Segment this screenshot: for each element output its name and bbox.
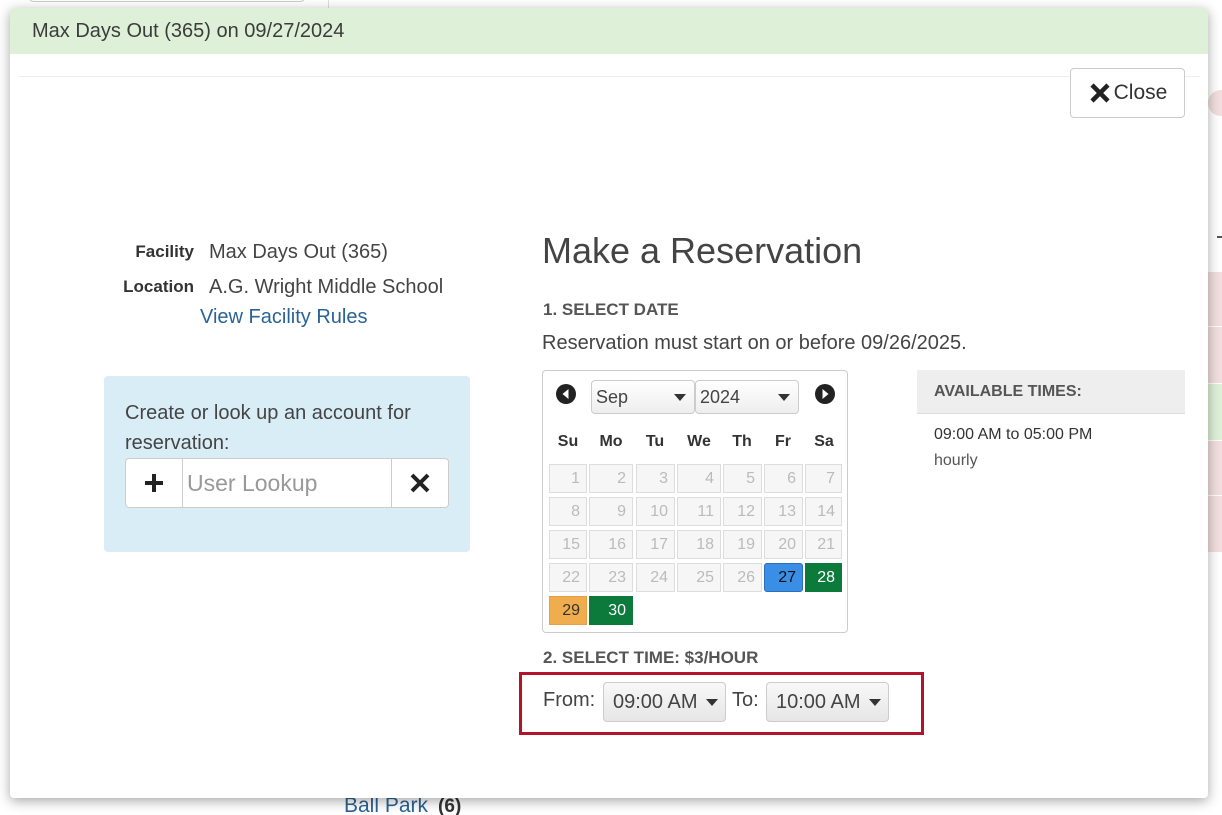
calendar-day: 25 xyxy=(677,563,721,592)
plus-icon xyxy=(145,474,163,492)
available-time-rate: hourly xyxy=(934,452,978,469)
available-times-heading: AVAILABLE TIMES: xyxy=(917,370,1185,414)
calendar-day: 13 xyxy=(764,497,803,526)
calendar-day: 1 xyxy=(549,464,587,493)
date-picker-calendar: Sep 2024 Su Mo Tu We Th Fr Sa 1 2 3 4 5 6 7 8 9 10 11 12 13… xyxy=(542,370,848,633)
success-alert: Max Days Out (365) on 09/27/2024 xyxy=(10,8,1208,54)
chevron-down-icon xyxy=(706,699,718,706)
background-row-danger xyxy=(1208,272,1222,326)
available-time-range: 09:00 AM to 05:00 PM xyxy=(934,426,1093,443)
chevron-down-icon xyxy=(674,394,686,401)
page: Ball Park (6) Max Days Out (365) on 09/27… xyxy=(0,0,1222,815)
calendar-day: 12 xyxy=(723,497,762,526)
calendar-day: 6 xyxy=(764,464,803,493)
calendar-day: 16 xyxy=(589,530,633,559)
month-select[interactable]: Sep xyxy=(591,380,695,414)
from-time-value: 09:00 AM xyxy=(613,691,698,713)
year-select-value: 2024 xyxy=(700,387,741,407)
background-row-danger xyxy=(1208,496,1222,552)
location-value: A.G. Wright Middle School xyxy=(209,276,444,298)
calendar-day: 9 xyxy=(589,497,633,526)
calendar-day: 14 xyxy=(805,497,842,526)
calendar-day: 4 xyxy=(677,464,721,493)
from-label: From: xyxy=(543,689,596,711)
calendar-day: 2 xyxy=(589,464,633,493)
calendar-day: 7 xyxy=(805,464,842,493)
facility-label: Facility xyxy=(135,242,194,261)
calendar-day: 21 xyxy=(805,530,842,559)
calendar-day: 22 xyxy=(549,563,587,592)
view-facility-rules-link[interactable]: View Facility Rules xyxy=(200,306,367,329)
to-time-select[interactable]: 10:00 AM xyxy=(766,682,889,722)
calendar-day: 8 xyxy=(549,497,587,526)
background-row-danger xyxy=(1208,327,1222,383)
next-month-icon[interactable] xyxy=(814,383,836,405)
close-button-label: Close xyxy=(1113,81,1168,104)
background-link-count: (6) xyxy=(438,796,462,815)
background-circle-decoration xyxy=(1208,90,1222,116)
reservation-modal: Max Days Out (365) on 09/27/2024 Close F… xyxy=(10,8,1208,798)
background-row-danger xyxy=(1208,441,1222,495)
weekday-header: Fr xyxy=(775,433,791,450)
calendar-day[interactable]: 28 xyxy=(805,563,842,592)
facility-value: Max Days Out (365) xyxy=(209,241,388,263)
weekday-header: Mo xyxy=(599,433,623,450)
user-lookup-group xyxy=(125,458,449,508)
calendar-day: 23 xyxy=(589,563,633,592)
from-time-select[interactable]: 09:00 AM xyxy=(603,682,726,722)
prev-month-icon[interactable] xyxy=(555,383,577,405)
calendar-day: 10 xyxy=(636,497,675,526)
to-label: To: xyxy=(732,689,759,711)
background-row-success xyxy=(1208,384,1222,440)
calendar-day: 5 xyxy=(723,464,762,493)
reservation-note: Reservation must start on or before 09/2… xyxy=(542,332,967,354)
weekday-header: Tu xyxy=(645,433,665,450)
background-tick xyxy=(1217,236,1222,238)
calendar-day: 26 xyxy=(723,563,762,592)
select-time-heading: 2. SELECT TIME: $3/HOUR xyxy=(543,648,759,667)
calendar-day: 19 xyxy=(723,530,762,559)
background-search-input xyxy=(28,0,306,2)
calendar-day: 24 xyxy=(636,563,675,592)
year-select[interactable]: 2024 xyxy=(695,380,799,414)
weekday-header: We xyxy=(687,433,711,450)
user-lookup-input[interactable] xyxy=(183,458,391,508)
account-lookup-panel: Create or look up an account for reserva… xyxy=(104,376,470,552)
weekday-header: Th xyxy=(732,433,752,450)
location-label: Location xyxy=(123,277,194,296)
modal-divider xyxy=(18,76,1200,77)
calendar-day: 20 xyxy=(764,530,803,559)
close-button[interactable]: Close xyxy=(1070,68,1185,118)
add-user-button[interactable] xyxy=(125,458,183,508)
to-time-value: 10:00 AM xyxy=(776,691,861,713)
clear-lookup-button[interactable] xyxy=(391,458,449,508)
calendar-day: 17 xyxy=(636,530,675,559)
reservation-title: Make a Reservation xyxy=(542,230,863,271)
calendar-day: 15 xyxy=(549,530,587,559)
close-icon xyxy=(1090,83,1110,103)
account-lookup-text: Create or look up an account for reserva… xyxy=(125,402,411,454)
select-date-heading: 1. SELECT DATE xyxy=(543,300,679,319)
chevron-down-icon xyxy=(869,699,881,706)
calendar-day: 18 xyxy=(677,530,721,559)
close-icon xyxy=(410,473,430,493)
chevron-down-icon xyxy=(778,394,790,401)
weekday-header: Su xyxy=(557,433,579,450)
calendar-day[interactable]: 29 xyxy=(549,596,587,625)
calendar-day[interactable]: 30 xyxy=(589,596,633,625)
calendar-day: 11 xyxy=(677,497,721,526)
calendar-day: 3 xyxy=(636,464,675,493)
month-select-value: Sep xyxy=(596,387,629,407)
calendar-day[interactable]: 27 xyxy=(764,563,803,592)
weekday-header: Sa xyxy=(814,433,834,450)
